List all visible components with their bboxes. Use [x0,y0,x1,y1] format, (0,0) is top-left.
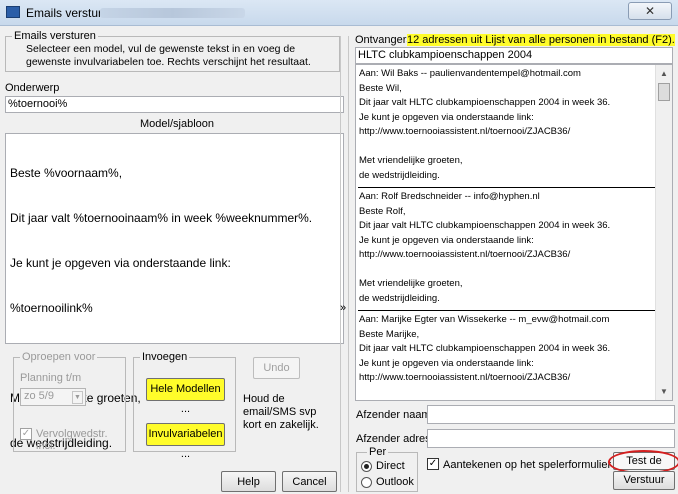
message-line [359,140,669,155]
help-button[interactable]: Help [221,471,276,492]
app-icon [6,6,20,18]
preview-message: Aan: Wil Baks -- paulienvandentempel@hot… [356,65,672,187]
emails-group: Emails versturen Selecteer een model, vu… [5,30,340,72]
message-line: Met vriendelijke groeten, [359,155,463,166]
invoegen-group: Invoegen Hele Modellen ... Invulvariabel… [133,351,236,460]
subject-input[interactable]: %toernooi% [5,96,344,113]
tournament-name: HLTC clubkampioenschappen 2004 [358,49,533,61]
preview-scrollbar[interactable]: ▲ ▼ [655,65,672,400]
message-line: Aan: Rolf Bredschneider -- info@hyphen.n… [359,191,540,202]
message-line: Dit jaar valt HLTC clubkampioenschappen … [359,343,611,354]
oproepen-group-title: Oproepen voor [20,351,98,363]
planning-select[interactable]: zo 5/9 ▼ [20,388,86,406]
message-line: http://www.toernooiassistent.nl/toernooi… [359,249,571,260]
message-line: http://www.toernooiassistent.nl/toernooi… [359,372,571,383]
message-line: Beste Marijke, [359,328,420,340]
hint-text: Houd de email/SMS svp kort en zakelijk. [243,393,319,431]
chevron-down-icon: ▼ [72,391,83,404]
hele-modellen-button[interactable]: Hele Modellen ... [146,378,225,415]
planning-value: zo 5/9 [24,390,54,402]
sender-name-input[interactable] [427,405,675,424]
sender-name-label: Afzender naam [356,409,431,421]
per-group-title: Per [367,446,389,458]
outlook-label: Outlook [376,476,414,488]
template-line: Dit jaar valt %toernooinaam% in week %we… [10,211,313,225]
panel-splitter[interactable]: » [340,36,349,492]
template-editor[interactable]: Beste %voornaam%, Dit jaar valt %toernoo… [5,133,344,450]
message-line [359,263,669,278]
instructions-text: Selecteer een model, vul de gewenste tek… [26,43,311,68]
recipients-count-text: 12 adressen uit Lijst van alle personen … [407,34,675,46]
expand-icon: » [340,302,347,314]
sender-address-input[interactable] [427,429,675,448]
message-line: Aan: Wil Baks -- paulienvandentempel@hot… [359,68,581,79]
message-line: Met vriendelijke groeten, [359,278,463,289]
template-label: Model/sjabloon [140,118,214,130]
scroll-down-icon[interactable]: ▼ [660,387,668,396]
message-line: Je kunt je opgeven via onderstaande link… [359,111,534,123]
message-line: de wedstrijdleiding. [359,169,440,181]
template-line: Je kunt je opgeven via onderstaande link… [10,256,231,270]
sender-address-label: Afzender adres [356,433,431,445]
vervolg-label: Vervolgwedstr. incl. [36,428,108,452]
recipients-count: 12 adressen uit Lijst van alle personen … [407,34,675,46]
per-group: Per Direct Outlook [356,446,418,492]
preview-message: Aan: Rolf Bredschneider -- info@hyphen.n… [356,188,672,310]
message-line: Beste Rolf, [359,205,406,217]
vervolg-checkbox[interactable]: ✓ [20,428,32,440]
tournament-field[interactable]: HLTC clubkampioenschappen 2004 [355,47,673,64]
message-line: Beste Wil, [359,82,402,94]
direct-label: Direct [376,460,405,472]
message-line: Je kunt je opgeven via onderstaande link… [359,357,534,369]
send-button[interactable]: Verstuur [613,471,675,490]
invulvariabelen-button[interactable]: Invulvariabelen ... [146,423,225,460]
template-line: %toernooilink% [10,301,93,315]
planning-label: Planning t/m [20,372,82,384]
email-preview[interactable]: Aan: Wil Baks -- paulienvandentempel@hot… [355,64,673,401]
direct-radio[interactable] [361,461,372,472]
template-line: Beste %voornaam%, [10,166,123,180]
undo-button[interactable]: Undo [253,357,300,379]
title-bar: Emails versturen ✕ [0,0,678,26]
message-line: Aan: Marijke Egter van Wissekerke -- m_e… [359,314,610,325]
cancel-button[interactable]: Cancel [282,471,337,492]
note-checkbox[interactable]: ✓ [427,458,439,470]
blurred-title-region [100,8,245,18]
oproepen-group: Oproepen voor Planning t/m zo 5/9 ▼ ✓ Ve… [13,351,126,452]
close-button[interactable]: ✕ [628,2,672,20]
message-line: http://www.toernooiassistent.nl/toernooi… [359,126,571,137]
check-icon: ✓ [428,458,438,469]
check-icon: ✓ [21,428,31,439]
scroll-up-icon[interactable]: ▲ [660,69,668,78]
preview-message: Aan: Marijke Egter van Wissekerke -- m_e… [356,311,672,390]
note-label: Aantekenen op het spelerformulier [443,459,612,471]
message-line: Je kunt je opgeven via onderstaande link… [359,234,534,246]
subject-label: Onderwerp [5,82,60,94]
emails-group-title: Emails versturen [12,30,98,42]
message-line: Dit jaar valt HLTC clubkampioenschappen … [359,97,611,108]
scroll-thumb[interactable] [658,83,670,101]
message-line: Dit jaar valt HLTC clubkampioenschappen … [359,220,611,231]
outlook-radio[interactable] [361,477,372,488]
recipients-label: Ontvangers [355,34,412,46]
subject-value: %toernooi% [8,98,68,110]
invoegen-group-title: Invoegen [140,351,190,363]
message-line: de wedstrijdleiding. [359,292,440,304]
close-icon: ✕ [644,4,656,18]
